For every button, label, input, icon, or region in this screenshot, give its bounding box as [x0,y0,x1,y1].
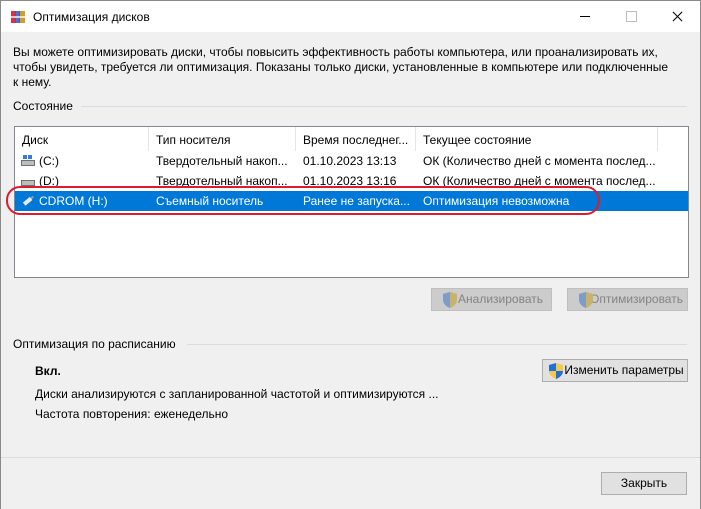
optimize-button[interactable]: Оптимизировать [567,288,688,311]
table-row[interactable]: (D:) Твердотельный накоп... 01.10.2023 1… [15,171,688,191]
disk-name: (C:) [39,154,59,168]
schedule-frequency: Частота повторения: еженедельно [35,407,229,421]
analyze-button-label: Анализировать [458,292,543,306]
defrag-app-icon [11,11,25,23]
close-button-label: Закрыть [620,476,668,490]
disk-name: (D:) [39,174,59,188]
title-bar[interactable]: Оптимизация дисков [1,1,700,32]
status-heading: Состояние [13,99,73,113]
uac-shield-icon [443,292,457,308]
current-state: ОК (Количество дней с момента послед... [423,154,656,168]
description-text: Вы можете оптимизировать диски, чтобы по… [13,45,669,89]
window-title: Оптимизация дисков [33,10,150,24]
close-button[interactable]: Закрыть [601,472,687,495]
disk-name: CDROM (H:) [39,194,108,208]
close-window-button[interactable] [654,1,700,32]
media-type: Твердотельный накоп... [156,154,288,168]
footer: Закрыть [1,457,700,509]
column-header-last-run[interactable]: Время последнег... [296,127,416,151]
media-type: Твердотельный накоп... [156,174,288,188]
last-run: 01.10.2023 13:16 [303,174,397,188]
maximize-button[interactable] [608,1,654,32]
column-header-current-state[interactable]: Текущее состояние [416,127,658,151]
media-type: Съемный носитель [156,194,264,208]
drives-list[interactable]: Диск Тип носителя Время последнег... Тек… [14,126,689,278]
last-run: Ранее не запуска... [303,194,410,208]
column-header-disk[interactable]: Диск [15,127,149,151]
schedule-heading: Оптимизация по расписанию [13,337,176,351]
optimize-button-label: Оптимизировать [590,292,683,306]
minimize-button[interactable] [562,1,608,32]
schedule-separator [187,344,687,345]
schedule-state: Вкл. [35,364,61,378]
table-row-selected[interactable]: CDROM (H:) Съемный носитель Ранее не зап… [15,191,688,211]
current-state: ОК (Количество дней с момента послед... [423,174,656,188]
current-state: Оптимизация невозможна [423,194,570,208]
status-separator [81,106,687,107]
last-run: 01.10.2023 13:13 [303,154,397,168]
column-header-media-type[interactable]: Тип носителя [149,127,296,151]
change-settings-button[interactable]: Изменить параметры [542,359,688,382]
table-row[interactable]: (C:) Твердотельный накоп... 01.10.2023 1… [15,151,688,171]
uac-shield-icon [579,292,593,308]
change-settings-label: Изменить параметры [564,363,684,377]
schedule-description: Диски анализируются с запланированной ча… [35,387,439,401]
list-header: Диск Тип носителя Время последнег... Тек… [15,127,688,151]
dialog-window: Оптимизация дисков Вы можете оптимизиров… [0,0,701,509]
uac-shield-icon [549,363,563,379]
analyze-button[interactable]: Анализировать [431,288,552,311]
